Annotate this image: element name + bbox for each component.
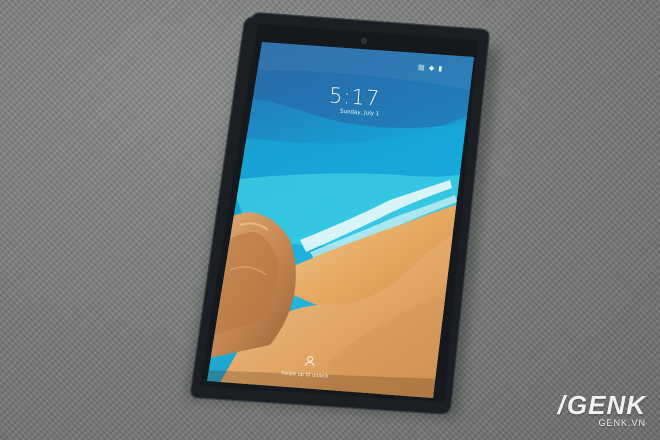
status-bar-icons: ▤ ◆ ▮: [417, 63, 444, 73]
watermark: /GENK GENK.VN: [558, 392, 646, 428]
tablet-illustration: [186, 12, 500, 418]
unlock-person-icon[interactable]: [304, 355, 317, 368]
lock-screen-clock: 5:17: [328, 83, 381, 111]
tablet-device: ▤ ◆ ▮ 5:17 Sunday, July 1 Swipe up to un…: [0, 0, 660, 440]
watermark-logo-text: GENK: [566, 390, 646, 420]
watermark-logo: /GENK: [558, 392, 646, 418]
slash-icon: /: [557, 390, 566, 420]
